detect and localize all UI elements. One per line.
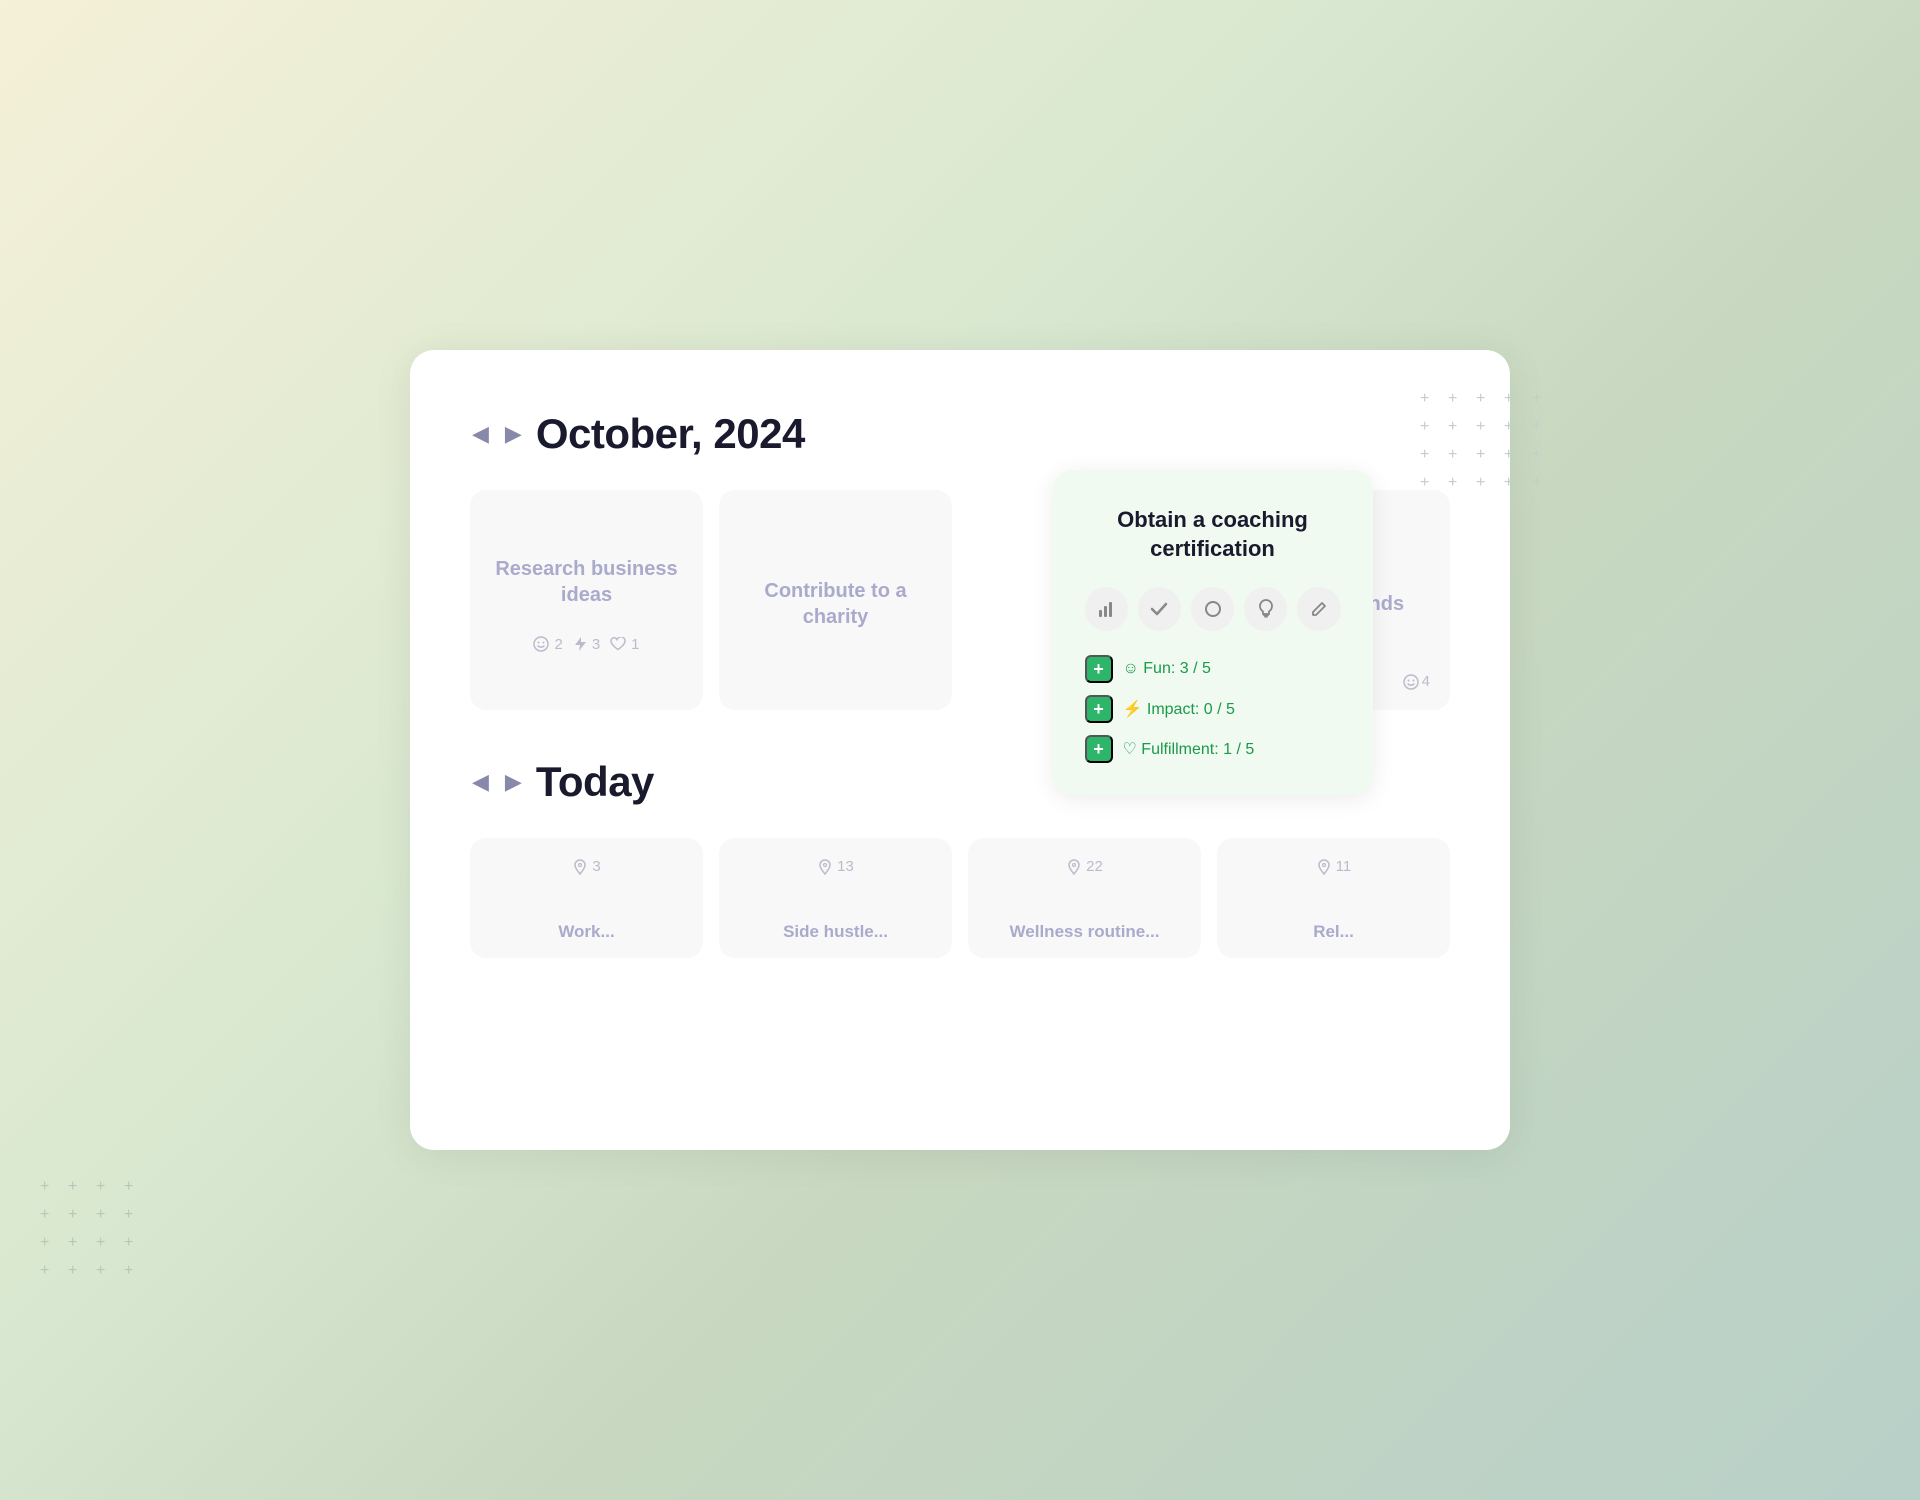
october-cards-row: Research business ideas 2 3 [470,490,1450,710]
card-charity-title: Contribute to a charity [739,578,932,630]
research-bolt-icon: 3 [573,636,600,653]
october-prev-button[interactable]: ◀ [470,423,491,445]
research-heart-icon: 1 [610,636,639,653]
today-count-3: 22 [1086,858,1103,875]
card-contribute-charity[interactable]: Contribute to a charity [719,490,952,710]
today-count-1: 3 [592,858,600,875]
october-next-button[interactable]: ▶ [503,423,524,445]
research-smiley-icon: 2 [533,636,562,653]
fun-metric-label: ☺ Fun: 3 / 5 [1123,660,1211,678]
today-card-4[interactable]: 11 Rel... [1217,838,1450,958]
impact-text: Impact: 0 / 5 [1147,701,1235,718]
today-title: Today [536,758,654,806]
fulfillment-metric-label: ♡ Fulfillment: 1 / 5 [1123,739,1255,759]
fulfillment-plus-button[interactable]: + [1085,735,1113,763]
popup-circle-icon-btn[interactable] [1191,587,1234,631]
today-count-4: 11 [1336,858,1352,875]
today-card-2[interactable]: 13 Side hustle... [719,838,952,958]
card-research-title: Research business ideas [490,556,683,608]
card-research-business[interactable]: Research business ideas 2 3 [470,490,703,710]
today-label-3: Wellness routine... [1010,922,1160,942]
card-coaching-area: Obtain a coaching certification [968,490,1201,710]
popup-metrics: + ☺ Fun: 3 / 5 + ⚡ Impact: 0 / 5 [1085,655,1341,763]
deco-plus-top-right: +++++ +++++ +++++ +++++ [1420,390,1550,492]
today-card-1[interactable]: 3 Work... [470,838,703,958]
popup-chart-icon-btn[interactable] [1085,587,1128,631]
today-label-4: Rel... [1313,922,1354,942]
today-stat-3: 22 [1066,858,1103,875]
october-title: October, 2024 [536,410,805,458]
metric-fun-row: + ☺ Fun: 3 / 5 [1085,655,1341,683]
october-section-header: ◀ ▶ October, 2024 [470,410,1450,458]
card-research-stats: 2 3 1 [533,636,639,653]
fulfillment-text: Fulfillment: 1 / 5 [1141,741,1254,758]
popup-pencil-icon-btn[interactable] [1297,587,1340,631]
coaching-popup-card: Obtain a coaching certification [1053,470,1373,795]
fun-text: Fun: 3 / 5 [1143,660,1211,677]
metric-fulfillment-row: + ♡ Fulfillment: 1 / 5 [1085,735,1341,763]
popup-icons-row [1085,587,1341,631]
impact-metric-label: ⚡ Impact: 0 / 5 [1123,699,1235,719]
deco-plus-bottom-left: ++++ ++++ ++++ ++++ [40,1178,142,1280]
today-stat-4: 11 [1316,858,1352,875]
card-lose-stats: 4 [1403,673,1430,690]
today-prev-button[interactable]: ◀ [470,771,491,793]
fun-icon: ☺ [1123,660,1144,677]
popup-bulb-icon-btn[interactable] [1244,587,1287,631]
popup-check-icon-btn[interactable] [1138,587,1181,631]
popup-title: Obtain a coaching certification [1085,506,1341,563]
fun-plus-button[interactable]: + [1085,655,1113,683]
today-stat-1: 3 [572,858,600,875]
today-label-1: Work... [558,922,614,942]
today-card-3[interactable]: 22 Wellness routine... [968,838,1201,958]
today-stat-2: 13 [817,858,854,875]
fulfillment-icon: ♡ [1123,741,1142,758]
today-cards-row: 3 Work... 13 Side hustle... [470,838,1450,958]
today-count-2: 13 [837,858,854,875]
impact-plus-button[interactable]: + [1085,695,1113,723]
metric-impact-row: + ⚡ Impact: 0 / 5 [1085,695,1341,723]
main-card: +++++ +++++ +++++ +++++ ◀ ▶ October, 202… [410,350,1510,1150]
today-next-button[interactable]: ▶ [503,771,524,793]
today-label-2: Side hustle... [783,922,888,942]
impact-icon: ⚡ [1123,701,1147,718]
